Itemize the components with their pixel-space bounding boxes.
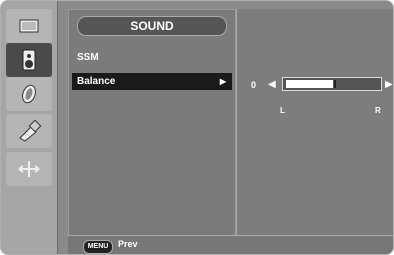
menu-item-label: SSM [77,52,99,63]
footer-bar: MENU Prev [68,235,393,254]
color-category-button[interactable] [6,77,52,111]
balance-increase-icon[interactable]: ▶ [385,80,393,90]
balance-decrease-icon[interactable]: ◀ [268,80,276,90]
sound-menu-panel: SOUND SSM Balance ▶ [68,9,236,243]
menu-item-balance[interactable]: Balance ▶ [72,73,232,90]
color-icon [22,84,36,104]
osd-window: SOUND SSM Balance ▶ 0 ◀ ▶ L R MENU Prev [0,0,394,255]
picture-category-button[interactable] [6,9,52,43]
balance-left-label: L [280,106,285,115]
setup-category-button[interactable] [6,114,52,148]
picture-icon [19,19,39,33]
menu-item-ssm[interactable]: SSM [72,49,232,66]
sound-category-button[interactable] [6,43,52,77]
balance-value: 0 [251,80,257,90]
function-category-button[interactable] [6,152,52,186]
submenu-arrow-icon: ▶ [219,77,226,86]
balance-detail-panel: 0 ◀ ▶ L R [236,9,393,241]
balance-slider-fill [286,80,333,88]
balance-slider-center-mark [334,80,336,88]
function-icon [18,161,40,177]
menu-item-label: Balance [77,76,116,87]
menu-key-button[interactable]: MENU [83,240,113,254]
balance-right-label: R [375,106,381,115]
prev-label: Prev [118,239,138,249]
setup-icon [19,120,41,142]
balance-slider[interactable] [282,77,382,91]
category-rail [1,1,58,254]
sound-icon [22,49,36,71]
menu-title: SOUND [77,16,227,36]
